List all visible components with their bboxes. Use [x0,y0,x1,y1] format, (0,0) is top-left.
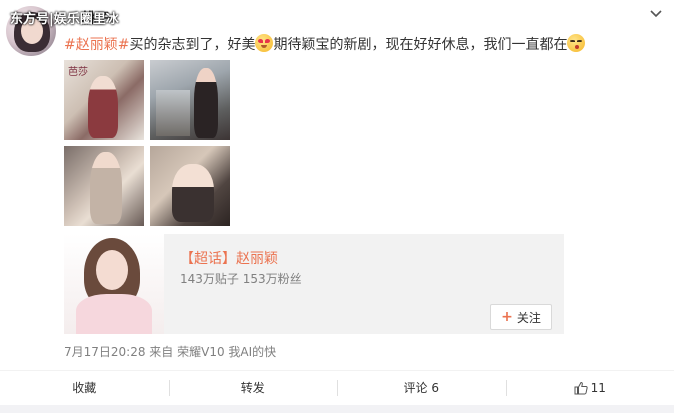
plus-icon: + [501,309,513,325]
follow-button[interactable]: + 关注 [490,304,552,330]
super-topic-title[interactable]: 【超话】赵丽颖 [180,248,278,268]
kiss-emoji-icon [567,34,586,52]
portrait-face [96,250,128,290]
weibo-post-card: 东方号|娱乐圈里冰 桃子 #赵丽颖#买的杂志到了，好美 期待颖宝的新剧，现在好好休… [0,0,674,413]
like-button[interactable]: 11 [505,371,674,404]
follow-label: 关注 [516,310,541,325]
comment-label: 评论 6 [403,381,439,395]
post-meta: 7月17日20:28 来自 荣耀V10 我AI的快 [64,345,277,359]
super-topic-stats: 143万贴子 153万粉丝 [180,272,302,286]
like-count: 11 [590,380,606,395]
repost-button[interactable]: 转发 [168,371,338,404]
portrait-body [76,294,152,334]
post-image-4[interactable] [150,146,230,226]
comment-button[interactable]: 评论 6 [337,371,506,404]
action-bar: 收藏 转发 评论 6 11 [0,370,674,404]
model-figure [194,68,218,138]
super-topic-card[interactable]: 【超话】赵丽颖 143万贴子 153万粉丝 + 关注 [64,234,564,334]
model-figure [90,152,122,224]
model-figure [88,76,118,138]
post-text: #赵丽颖#买的杂志到了，好美 期待颖宝的新剧，现在好好休息，我们一直都在 [64,34,586,55]
post-image-3[interactable] [64,146,144,226]
chevron-down-icon[interactable] [648,6,664,22]
post-text-part2: 期待颖宝的新剧，现在好好休息，我们一直都在 [273,37,568,53]
super-topic-image [64,234,164,334]
post-image-2[interactable] [150,60,230,140]
magazine-title: 芭莎 [68,67,88,78]
thumbs-up-icon [574,381,588,394]
post-text-part1: 买的杂志到了，好美 [129,37,256,53]
building-shape [156,90,190,136]
post-image-1[interactable]: 芭莎 [64,60,144,140]
heart-eyes-emoji-icon [255,34,274,52]
avatar-watermark: 东方号|娱乐圈里冰 [10,12,119,27]
collect-label: 收藏 [72,381,97,395]
model-figure [172,164,214,222]
collect-button[interactable]: 收藏 [0,371,169,404]
topic-link[interactable]: #赵丽颖# [64,37,129,53]
bottom-separator [0,405,674,413]
repost-label: 转发 [240,381,265,395]
